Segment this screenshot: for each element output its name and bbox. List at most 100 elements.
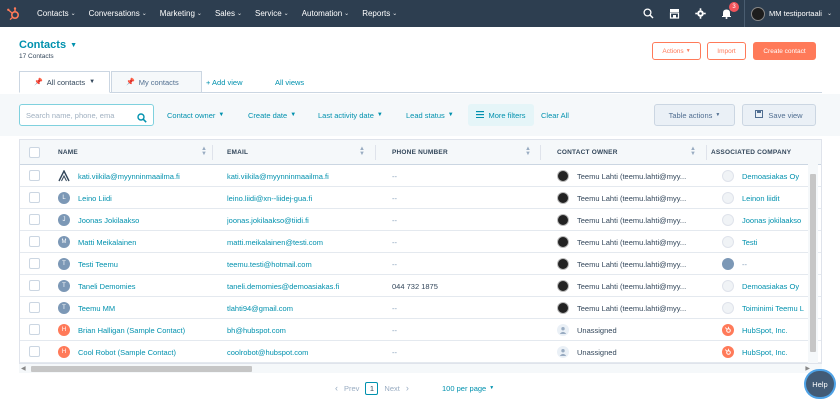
column-header-email[interactable]: EMAIL	[227, 140, 248, 165]
user-avatar[interactable]	[751, 6, 766, 21]
account-chevron-icon[interactable]: ⌄	[825, 10, 832, 17]
contact-name-link[interactable]: Joonas Jokilaakso	[78, 216, 139, 225]
search-icon[interactable]	[137, 110, 147, 128]
email-cell[interactable]: leino.liidi@xn--liidej-gua.fi	[227, 187, 372, 209]
contact-name-link[interactable]: Taneli Demomies	[78, 282, 136, 291]
import-button[interactable]: Import	[707, 42, 746, 60]
email-cell[interactable]: coolrobot@hubspot.com	[227, 341, 372, 363]
contact-name-link[interactable]: Leino Liidi	[78, 194, 112, 203]
current-page[interactable]: 1	[365, 381, 379, 395]
contact-name-link[interactable]: Teemu MM	[78, 304, 115, 313]
column-header-associated-company[interactable]: ASSOCIATED COMPANY	[711, 140, 791, 165]
all-views-link[interactable]: All views	[275, 71, 304, 93]
more-filters-button[interactable]: More filters	[468, 104, 534, 126]
save-view-button[interactable]: Save view	[742, 104, 816, 126]
email-cell[interactable]: taneli.demomies@demoasiakas.fi	[227, 275, 372, 297]
chevron-left-icon[interactable]: ‹	[335, 383, 338, 393]
table-row[interactable]: T Testi Teemu teemu.testi@hotmail.com -- Tee…	[20, 253, 821, 275]
nav-automation[interactable]: Automation ⌄	[302, 9, 350, 18]
contact-owner-filter[interactable]: Contact owner ▼	[167, 104, 224, 126]
prev-page-button[interactable]: Prev	[344, 384, 359, 393]
chevron-right-icon[interactable]: ›	[406, 383, 409, 393]
scroll-right-arrow-icon[interactable]: ▶	[805, 365, 810, 372]
nav-marketing[interactable]: Marketing ⌄	[160, 9, 202, 18]
contact-name-link[interactable]: Testi Teemu	[78, 260, 118, 269]
table-row[interactable]: T Teemu MM tlahti94@gmail.com -- Teemu Lahti…	[20, 297, 821, 319]
gear-icon[interactable]	[692, 6, 708, 22]
contact-name-link[interactable]: Matti Meikalainen	[78, 238, 136, 247]
contact-name-link[interactable]: Cool Robot (Sample Contact)	[78, 348, 176, 357]
horizontal-scroll-thumb[interactable]	[31, 366, 252, 372]
vertical-scrollbar[interactable]	[808, 164, 818, 363]
nav-sales[interactable]: Sales ⌄	[215, 9, 242, 18]
column-header-contact-owner[interactable]: CONTACT OWNER	[557, 140, 618, 165]
notifications-bell-icon[interactable]: 3	[718, 1, 740, 22]
table-row[interactable]: J Joonas Jokilaakso joonas.jokilaakso@tiid…	[20, 209, 821, 231]
nav-contacts[interactable]: Contacts ⌄	[37, 9, 76, 18]
column-divider[interactable]	[540, 145, 541, 160]
column-divider[interactable]	[375, 145, 376, 160]
table-row[interactable]: H Cool Robot (Sample Contact) coolrobot@hu…	[20, 341, 821, 363]
email-cell[interactable]: kati.viikila@myynninmaailma.fi	[227, 165, 372, 187]
row-checkbox[interactable]	[29, 236, 40, 247]
tab-my-contacts[interactable]: 📌 My contacts	[111, 71, 202, 93]
table-row[interactable]: M Matti Meikalainen matti.meikalainen@test…	[20, 231, 821, 253]
email-cell[interactable]: tlahti94@gmail.com	[227, 297, 372, 319]
row-checkbox[interactable]	[29, 302, 40, 313]
scroll-left-arrow-icon[interactable]: ◀	[21, 365, 26, 372]
contact-name-link[interactable]: Brian Halligan (Sample Contact)	[78, 326, 185, 335]
page-title[interactable]: Contacts ▼	[19, 39, 77, 51]
select-all-checkbox[interactable]	[29, 147, 40, 158]
table-row[interactable]: kati.viikila@myynninmaailma.fi kati.viiki…	[20, 165, 821, 187]
column-divider[interactable]	[706, 145, 707, 160]
sort-icon[interactable]: ▲ ▼	[525, 146, 531, 157]
column-header-phone[interactable]: PHONE NUMBER	[392, 140, 448, 165]
actions-button[interactable]: Actions ▼	[652, 42, 701, 60]
sort-icon[interactable]: ▲ ▼	[359, 146, 365, 157]
nav-reports[interactable]: Reports ⌄	[362, 9, 397, 18]
help-button[interactable]: Help	[806, 371, 834, 397]
table-row[interactable]: H Brian Halligan (Sample Contact) bh@hubsp…	[20, 319, 821, 341]
per-page-selector[interactable]: 100 per page ▼	[442, 381, 494, 395]
hubspot-logo-icon[interactable]	[2, 0, 24, 27]
company-name-link[interactable]: Joonas jokilaakso	[742, 216, 801, 225]
clear-all-link[interactable]: Clear All	[541, 104, 569, 126]
row-checkbox[interactable]	[29, 214, 40, 225]
row-checkbox[interactable]	[29, 192, 40, 203]
account-name[interactable]: MM testiportaali	[769, 9, 822, 18]
table-row[interactable]: L Leino Liidi leino.liidi@xn--liidej-gua.f…	[20, 187, 821, 209]
nav-conversations[interactable]: Conversations ⌄	[89, 9, 147, 18]
company-name-link[interactable]: Testi	[742, 238, 757, 247]
last-activity-date-filter[interactable]: Last activity date ▼	[318, 104, 383, 126]
column-divider[interactable]	[212, 145, 213, 160]
table-actions-button[interactable]: Table actions ▼	[654, 104, 735, 126]
marketplace-icon[interactable]	[666, 6, 682, 22]
row-checkbox[interactable]	[29, 346, 40, 357]
email-cell[interactable]: teemu.testi@hotmail.com	[227, 253, 372, 275]
tab-all-contacts[interactable]: 📌 All contacts ▼	[19, 71, 110, 93]
row-checkbox[interactable]	[29, 324, 40, 335]
company-name-link[interactable]: Leinon liidit	[742, 194, 780, 203]
company-name-link[interactable]: Demoasiakas Oy	[742, 172, 799, 181]
company-name-link[interactable]: HubSpot, Inc.	[742, 348, 787, 357]
company-name-link[interactable]: Demoasiakas Oy	[742, 282, 799, 291]
email-cell[interactable]: bh@hubspot.com	[227, 319, 372, 341]
search-icon[interactable]	[640, 6, 656, 22]
contact-name-link[interactable]: kati.viikila@myynninmaailma.fi	[78, 172, 180, 181]
create-contact-button[interactable]: Create contact	[753, 42, 816, 60]
lead-status-filter[interactable]: Lead status ▼	[406, 104, 454, 126]
table-row[interactable]: T Taneli Demomies taneli.demomies@demoasia…	[20, 275, 821, 297]
email-cell[interactable]: matti.meikalainen@testi.com	[227, 231, 372, 253]
row-checkbox[interactable]	[29, 280, 40, 291]
row-checkbox[interactable]	[29, 258, 40, 269]
sort-icon[interactable]: ▲ ▼	[201, 146, 207, 157]
company-name-link[interactable]: Toiminimi Teemu L	[742, 304, 804, 313]
horizontal-scrollbar[interactable]: ◀ ▶	[19, 363, 822, 373]
email-cell[interactable]: joonas.jokilaakso@tiidi.fi	[227, 209, 372, 231]
search-input[interactable]	[26, 110, 132, 120]
vertical-scroll-thumb[interactable]	[810, 174, 816, 352]
company-name-link[interactable]: HubSpot, Inc.	[742, 326, 787, 335]
column-header-name[interactable]: NAME	[58, 140, 78, 165]
row-checkbox[interactable]	[29, 170, 40, 181]
create-date-filter[interactable]: Create date ▼	[248, 104, 296, 126]
